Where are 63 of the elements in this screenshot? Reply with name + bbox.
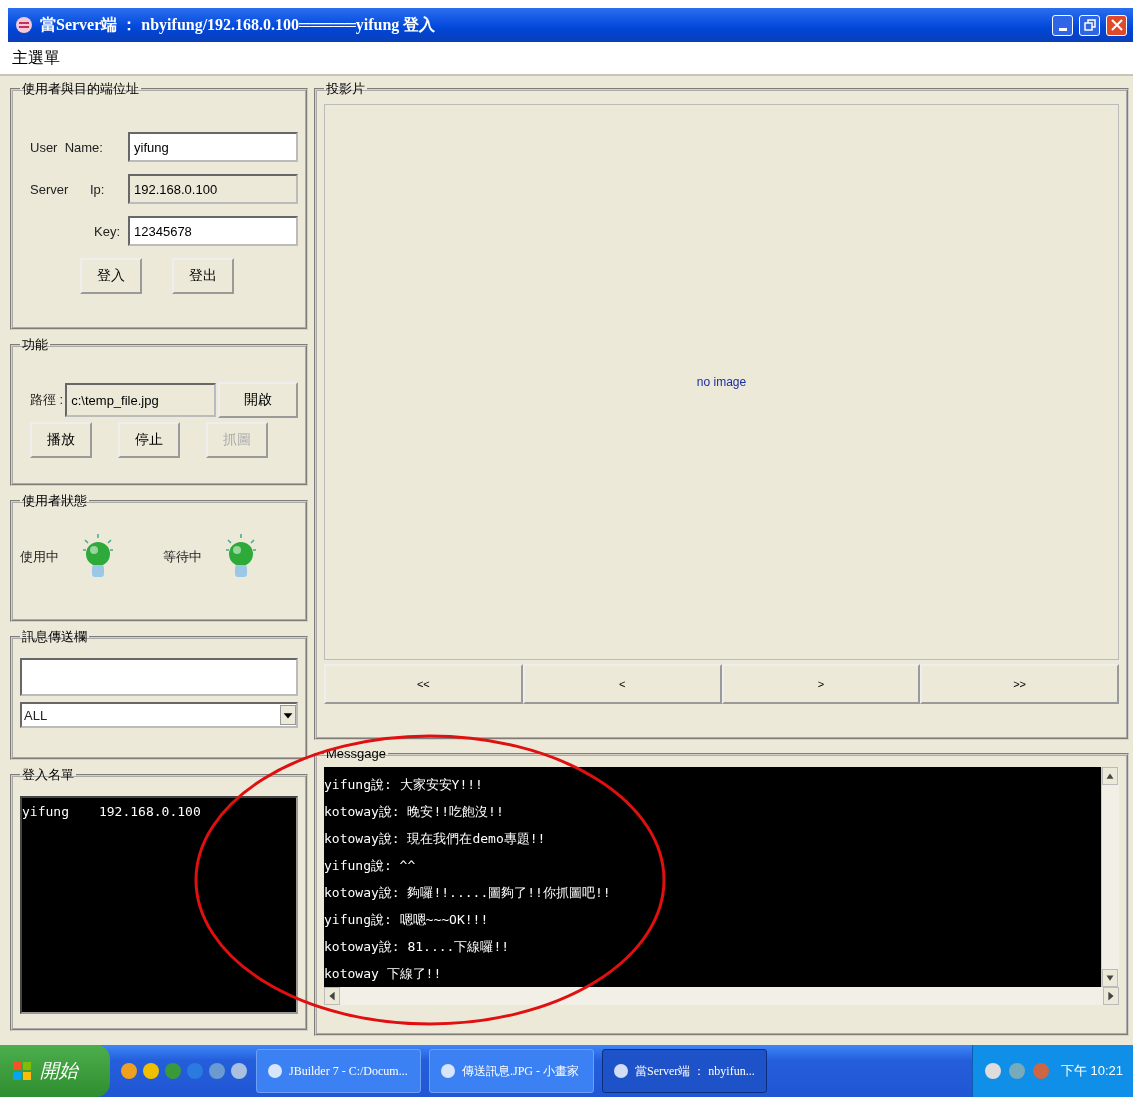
windows-logo-icon (12, 1061, 32, 1081)
restore-button[interactable] (1079, 14, 1100, 36)
app-icon (613, 1063, 629, 1079)
message-input[interactable] (20, 658, 298, 696)
clock: 下午 10:21 (1060, 1062, 1123, 1080)
group-title: 訊息傳送欄 (21, 628, 88, 646)
action-button[interactable]: 停止 (118, 422, 180, 458)
taskbar-button[interactable]: 傳送訊息.JPG - 小畫家 (429, 1049, 594, 1093)
window-title: 當Server端 ： nbyifung/192.168.0.100═════yifung 登入 (40, 14, 437, 36)
group-title: 功能 (21, 336, 49, 354)
app-icon (14, 15, 34, 35)
chat-message: yifung說: 嗯嗯~~~OK!!! (324, 911, 490, 929)
text-field[interactable]: 12345678 (128, 216, 298, 246)
scroll-up-icon[interactable] (1102, 767, 1118, 785)
open-button[interactable]: 開啟 (218, 382, 298, 418)
app-icon (440, 1063, 456, 1079)
path-field[interactable]: c:\temp_file.jpg (65, 383, 216, 417)
minimize-icon (1058, 27, 1067, 31)
status-label: 使用中 (20, 548, 59, 566)
chat-message: kotoway說: 現在我們在demo專題!! (324, 830, 547, 848)
field-label: User Name: (30, 139, 104, 155)
minimize-button[interactable] (1052, 14, 1073, 36)
field-label: Server Ip: (30, 181, 106, 197)
field-label: Key: (93, 223, 120, 239)
nav-button[interactable]: > (721, 664, 921, 704)
quick-launch-icons[interactable] (118, 1060, 248, 1082)
group-title: Messgage (325, 746, 387, 761)
chat-message: yifung說: 大家安安Y!!! (324, 776, 484, 794)
nav-button[interactable]: >> (920, 664, 1119, 704)
vertical-scrollbar[interactable] (1101, 767, 1119, 987)
placeholder-text: no image (696, 375, 747, 389)
user-ip: 192.168.0.100 (98, 803, 201, 819)
chat-message: kotoway 下線了!! (324, 965, 443, 983)
chat-message: yifung說: ^^ (324, 857, 417, 875)
action-button[interactable]: 播放 (30, 422, 92, 458)
scroll-left-icon[interactable] (324, 987, 340, 1005)
close-button[interactable] (1106, 14, 1127, 36)
restore-icon (1083, 19, 1096, 31)
group-title: 登入名單 (21, 766, 75, 784)
text-field[interactable]: 192.168.0.100 (128, 174, 298, 204)
field-label: 路徑 : (30, 391, 64, 409)
menu-item[interactable]: 主選單 (12, 47, 60, 69)
nav-button[interactable]: < (522, 664, 722, 704)
recipient-dropdown[interactable]: ALL (20, 702, 298, 728)
nav-button[interactable]: << (324, 664, 523, 704)
group-title: 投影片 (325, 80, 366, 98)
chat-message: kotoway說: 81....下線囉!! (324, 938, 511, 956)
chat-message: kotoway說: 晚安!!吃飽沒!! (324, 803, 505, 821)
scroll-right-icon[interactable] (1103, 987, 1119, 1005)
taskbar-button[interactable]: 當Server端 ： nbyifun... (602, 1049, 767, 1093)
group-title: 使用者狀態 (21, 492, 88, 510)
close-icon (1110, 19, 1123, 31)
chat-message: kotoway說: 夠囉!!.....圖夠了!!你抓圖吧!! (324, 884, 612, 902)
login-button[interactable]: 登出 (172, 258, 234, 294)
status-label: 等待中 (163, 548, 202, 566)
user-name: yifung (22, 803, 69, 819)
app-icon (267, 1063, 283, 1079)
text-field[interactable]: yifung (128, 132, 298, 162)
horizontal-scrollbar[interactable] (324, 987, 1119, 1005)
taskbar-button[interactable]: JBuilder 7 - C:/Docum... (256, 1049, 421, 1093)
login-button[interactable]: 登入 (80, 258, 142, 294)
group-title: 使用者與目的端位址 (21, 80, 140, 98)
scroll-down-icon[interactable] (1102, 969, 1118, 987)
